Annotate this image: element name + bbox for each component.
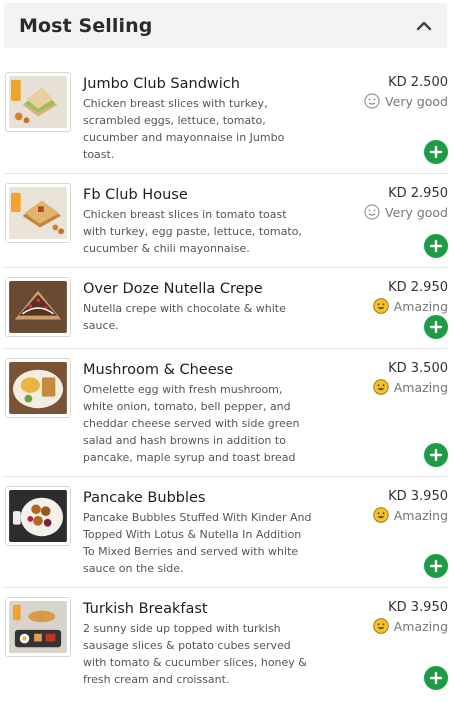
rating-label: Amazing — [393, 298, 448, 314]
item-image — [5, 486, 71, 546]
menu-item[interactable]: Turkish Breakfast 2 sunny side up topped… — [4, 588, 448, 700]
add-to-cart-button[interactable] — [424, 234, 448, 258]
item-name: Jumbo Club Sandwich — [83, 76, 240, 92]
add-to-cart-button[interactable] — [424, 443, 448, 467]
item-price: KD 3.950 — [388, 489, 448, 504]
plus-icon — [429, 671, 443, 685]
item-name: Mushroom & Cheese — [83, 362, 234, 378]
item-description: Chicken breast slices with turkey, scram… — [83, 97, 285, 161]
rating-label: Amazing — [393, 618, 448, 634]
plus-icon — [429, 239, 443, 253]
item-rating: Very good — [364, 204, 448, 220]
item-image — [5, 597, 71, 657]
happy-face-icon — [373, 507, 389, 523]
item-description: Pancake Bubbles Stuffed With Kinder And … — [83, 511, 312, 575]
item-name: Turkish Breakfast — [83, 601, 208, 617]
item-price: KD 2.950 — [388, 186, 448, 201]
item-price: KD 3.500 — [388, 361, 448, 376]
item-description: Chicken breast slices in tomato toast wi… — [83, 208, 302, 255]
plus-icon — [429, 559, 443, 573]
menu-item[interactable]: Fb Club House Chicken breast slices in t… — [4, 174, 448, 268]
item-image — [5, 277, 71, 337]
item-price: KD 2.500 — [388, 75, 448, 90]
item-image — [5, 358, 71, 418]
item-description: Omelette egg with fresh mushroom, white … — [83, 383, 300, 464]
item-rating: Amazing — [373, 618, 448, 634]
item-name: Fb Club House — [83, 187, 188, 203]
item-name: Over Doze Nutella Crepe — [83, 281, 263, 297]
add-to-cart-button[interactable] — [424, 666, 448, 690]
add-to-cart-button[interactable] — [424, 554, 448, 578]
rating-label: Very good — [385, 204, 448, 220]
neutral-face-icon — [364, 204, 380, 220]
chevron-up-icon[interactable] — [415, 17, 433, 35]
item-rating: Amazing — [373, 507, 448, 523]
section-title: Most Selling — [19, 14, 153, 37]
happy-face-icon — [373, 379, 389, 395]
item-price: KD 3.950 — [388, 600, 448, 615]
section-header[interactable]: Most Selling — [4, 3, 447, 48]
plus-icon — [429, 145, 443, 159]
item-price: KD 2.950 — [388, 280, 448, 295]
rating-label: Amazing — [393, 507, 448, 523]
item-description: Nutella crepe with chocolate & white sau… — [83, 302, 286, 332]
item-image — [5, 183, 71, 243]
menu-item[interactable]: Jumbo Club Sandwich Chicken breast slice… — [4, 63, 448, 174]
rating-label: Amazing — [393, 379, 448, 395]
item-image — [5, 72, 71, 132]
item-name: Pancake Bubbles — [83, 490, 206, 506]
plus-icon — [429, 320, 443, 334]
neutral-face-icon — [364, 93, 380, 109]
happy-face-icon — [373, 618, 389, 634]
menu-item[interactable]: Over Doze Nutella Crepe Nutella crepe wi… — [4, 268, 448, 349]
item-rating: Amazing — [373, 298, 448, 314]
menu-item-list: Jumbo Club Sandwich Chicken breast slice… — [0, 63, 454, 700]
item-rating: Amazing — [373, 379, 448, 395]
item-rating: Very good — [364, 93, 448, 109]
happy-face-icon — [373, 298, 389, 314]
menu-item[interactable]: Mushroom & Cheese Omelette egg with fres… — [4, 349, 448, 477]
rating-label: Very good — [385, 93, 448, 109]
plus-icon — [429, 448, 443, 462]
add-to-cart-button[interactable] — [424, 140, 448, 164]
item-description: 2 sunny side up topped with turkish saus… — [83, 622, 307, 686]
menu-item[interactable]: Pancake Bubbles Pancake Bubbles Stuffed … — [4, 477, 448, 588]
add-to-cart-button[interactable] — [424, 315, 448, 339]
